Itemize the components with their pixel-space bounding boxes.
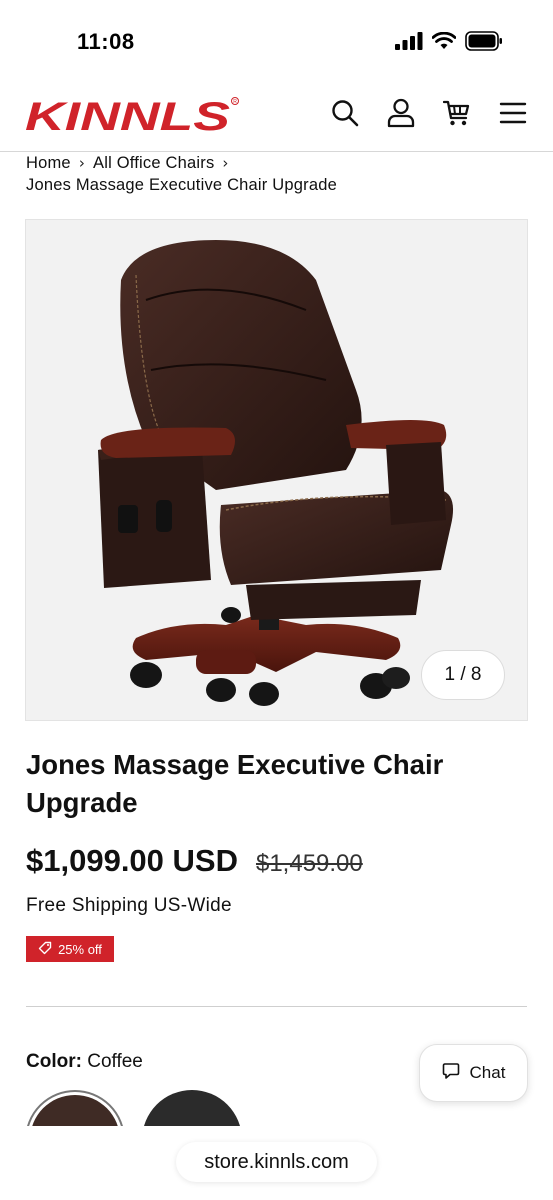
image-counter[interactable]: 1 / 8 [421,650,505,700]
chair-image [98,240,454,706]
chat-bubble-icon [442,1062,460,1085]
browser-url-bar[interactable]: store.kinnls.com [176,1142,377,1182]
breadcrumb: Home › All Office Chairs › Jones Massage… [26,152,337,196]
discount-badge: 25% off [26,936,114,962]
search-icon[interactable] [330,98,360,128]
header-actions [330,98,528,128]
tag-icon [38,941,52,958]
product-title: Jones Massage Executive Chair Upgrade [26,749,444,818]
menu-icon[interactable] [498,98,528,128]
product-price: $1,099.00 USD [26,843,238,878]
color-value: Coffee [87,1051,143,1072]
divider [26,1006,527,1007]
chevron-right-icon: › [222,154,229,172]
breadcrumb-category[interactable]: All Office Chairs [93,152,214,174]
discount-text: 25% off [58,941,102,957]
chat-button[interactable]: Chat [419,1044,528,1102]
product-gallery[interactable]: 1 / 8 [25,219,528,721]
compare-at-price: $1,459.00 [255,850,363,877]
shipping-note: Free Shipping US-Wide [26,895,232,916]
price-row: $1,099.00 USD $1,459.00 [26,843,363,879]
wifi-icon [431,31,457,55]
cart-icon[interactable] [442,98,472,128]
svg-text:KINNLS: KINNLS [25,96,230,136]
battery-icon [465,31,503,56]
status-icons [395,31,503,56]
breadcrumb-home[interactable]: Home [26,152,71,174]
svg-text:R: R [233,99,237,105]
kinnls-logo[interactable]: KINNLS R [25,95,240,141]
breadcrumb-current: Jones Massage Executive Chair Upgrade [26,176,337,194]
status-time: 11:08 [77,29,135,54]
color-label: Color: [26,1051,82,1072]
chat-label: Chat [469,1063,506,1082]
site-header: KINNLS R [0,80,553,152]
status-bar: 11:08 [0,0,553,80]
color-option-label: Color: Coffee [26,1051,143,1073]
account-icon[interactable] [386,98,416,128]
chevron-right-icon: › [78,154,86,172]
signal-icon [395,32,423,55]
